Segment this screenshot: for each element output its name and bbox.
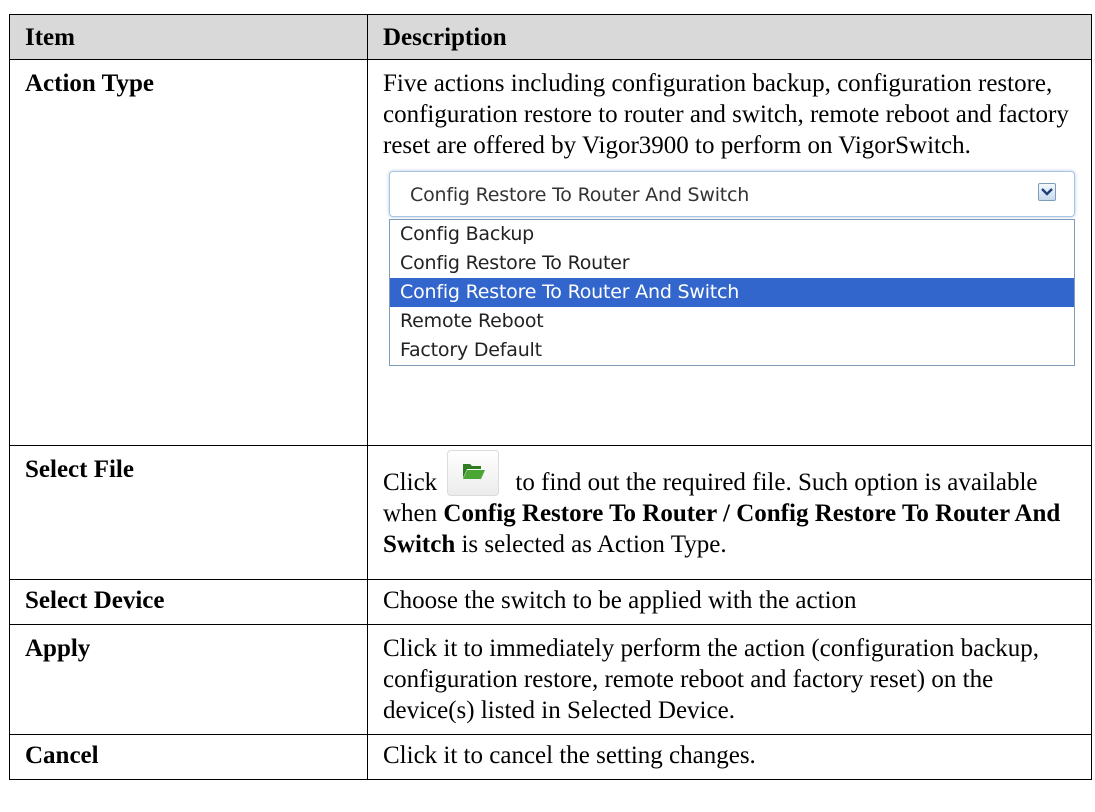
item-action-type: Action Type [9, 59, 368, 446]
header-item: Item [9, 14, 368, 60]
item-apply: Apply [9, 624, 368, 735]
dropdown-option-selected[interactable]: Config Restore To Router And Switch [390, 278, 1074, 307]
chevron-down-icon[interactable] [1038, 183, 1056, 201]
table-row: Select Device Choose the switch to be ap… [9, 579, 1092, 625]
table-header-row: Item Description [9, 14, 1092, 60]
desc-select-device: Choose the switch to be applied with the… [367, 579, 1092, 625]
select-value: Config Restore To Router And Switch [410, 184, 750, 206]
dropdown-option[interactable]: Remote Reboot [390, 307, 1074, 336]
action-type-dropdown-screenshot: Config Restore To Router And Switch Conf… [389, 171, 1075, 366]
desc-select-file: Click to find out the required file. Suc… [367, 445, 1092, 580]
action-type-select[interactable]: Config Restore To Router And Switch [389, 171, 1075, 217]
desc-action-type: Five actions including configuration bac… [367, 59, 1092, 446]
select-file-post: is selected as Action Type. [455, 531, 727, 558]
dropdown-option[interactable]: Config Restore To Router [390, 249, 1074, 278]
item-cancel: Cancel [9, 734, 368, 780]
description-table: Item Description Action Type Five action… [9, 14, 1092, 780]
table-row: Cancel Click it to cancel the setting ch… [9, 734, 1092, 780]
desc-apply: Click it to immediately perform the acti… [367, 624, 1092, 735]
table-row: Select File Click to find out the requir… [9, 445, 1092, 580]
desc-action-type-text: Five actions including configuration bac… [383, 70, 1069, 159]
desc-cancel: Click it to cancel the setting changes. [367, 734, 1092, 780]
table-row: Action Type Five actions including confi… [9, 59, 1092, 446]
select-file-click: Click [383, 469, 438, 496]
table-row: Apply Click it to immediately perform th… [9, 624, 1092, 735]
dropdown-option[interactable]: Factory Default [390, 336, 1074, 365]
dropdown-options-list: Config Backup Config Restore To Router C… [389, 219, 1075, 366]
header-description: Description [367, 14, 1092, 60]
item-select-device: Select Device [9, 579, 368, 625]
dropdown-option[interactable]: Config Backup [390, 220, 1074, 249]
folder-open-icon[interactable] [447, 450, 500, 496]
item-select-file: Select File [9, 445, 368, 580]
